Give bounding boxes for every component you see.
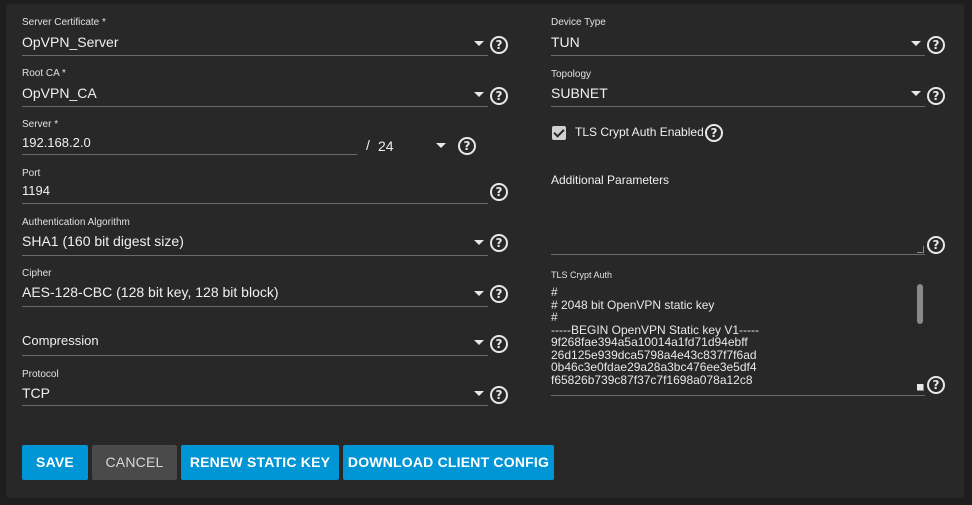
help-circle-icon[interactable]: ? bbox=[490, 386, 508, 404]
help-circle-icon[interactable]: ? bbox=[490, 234, 508, 252]
underline bbox=[22, 405, 488, 406]
caret-down-icon bbox=[474, 41, 484, 46]
device-type-label: Device Type bbox=[551, 17, 606, 28]
topology-select[interactable]: Topology SUBNET bbox=[551, 69, 925, 109]
underline bbox=[551, 55, 925, 56]
tls-crypt-auth-line: # bbox=[551, 310, 558, 324]
underline bbox=[551, 395, 925, 396]
help-circle-icon[interactable]: ? bbox=[927, 236, 945, 254]
additional-parameters-textarea[interactable]: Additional Parameters bbox=[551, 172, 925, 256]
underline bbox=[22, 306, 488, 307]
caret-down-icon bbox=[474, 92, 484, 97]
netmask-separator: / bbox=[366, 137, 370, 153]
device-type-value: TUN bbox=[551, 34, 580, 50]
underline bbox=[22, 255, 488, 256]
netmask-select[interactable]: 24 bbox=[378, 136, 448, 158]
help-circle-icon[interactable]: ? bbox=[490, 183, 508, 201]
caret-down-icon bbox=[911, 41, 921, 46]
underline bbox=[22, 106, 488, 107]
help-circle-icon[interactable]: ? bbox=[458, 137, 476, 155]
tls-crypt-auth-value[interactable]: # # 2048 bit OpenVPN static key # -----BEGI… bbox=[551, 286, 906, 394]
help-circle-icon[interactable]: ? bbox=[927, 36, 945, 54]
help-circle-icon[interactable]: ? bbox=[490, 285, 508, 303]
download-client-config-button[interactable]: DOWNLOAD CLIENT CONFIG bbox=[343, 445, 554, 480]
cancel-button[interactable]: CANCEL bbox=[92, 445, 177, 480]
tls-crypt-auth-line: # bbox=[551, 286, 558, 299]
caret-down-icon bbox=[474, 240, 484, 245]
tls-crypt-auth-line: f65826b739c87f37c7f1698a078a12c8 bbox=[551, 372, 753, 387]
netmask-value: 24 bbox=[378, 138, 394, 154]
server-label: Server * bbox=[22, 119, 59, 130]
tls-crypt-auth-textarea[interactable]: TLS Crypt Auth # # 2048 bit OpenVPN stati… bbox=[551, 270, 925, 398]
port-input[interactable]: Port 1194 bbox=[22, 168, 490, 208]
tls-crypt-auth-line: 9f268fae394a5a10014a1fd71d94ebff bbox=[551, 335, 748, 349]
help-circle-icon[interactable]: ? bbox=[490, 87, 508, 105]
underline bbox=[551, 106, 925, 107]
server-certificate-value: OpVPN_Server bbox=[22, 34, 119, 50]
tls-crypt-auth-line: # 2048 bit OpenVPN static key bbox=[551, 297, 715, 312]
help-circle-icon[interactable]: ? bbox=[705, 124, 723, 142]
underline bbox=[22, 55, 488, 56]
tls-crypt-auth-enabled-checkbox[interactable]: TLS Crypt Auth Enabled bbox=[551, 125, 711, 141]
underline bbox=[22, 203, 488, 204]
root-ca-label: Root CA * bbox=[22, 68, 66, 79]
cipher-select[interactable]: Cipher AES-128-CBC (128 bit key, 128 bit… bbox=[22, 268, 490, 308]
caret-down-icon bbox=[436, 143, 446, 148]
cipher-value: AES-128-CBC (128 bit key, 128 bit block) bbox=[22, 284, 279, 300]
device-type-select[interactable]: Device Type TUN bbox=[551, 17, 925, 57]
root-ca-value: OpVPN_CA bbox=[22, 85, 97, 101]
root-ca-select[interactable]: Root CA * OpVPN_CA bbox=[22, 68, 490, 108]
server-certificate-label: Server Certificate * bbox=[22, 17, 106, 28]
protocol-select[interactable]: Protocol TCP bbox=[22, 369, 490, 409]
protocol-label: Protocol bbox=[22, 369, 59, 380]
underline bbox=[22, 154, 357, 155]
tls-crypt-auth-label: TLS Crypt Auth bbox=[551, 270, 613, 280]
checkbox-checked-icon[interactable] bbox=[552, 126, 566, 140]
underline bbox=[22, 355, 488, 356]
topology-label: Topology bbox=[551, 69, 592, 80]
renew-static-key-button[interactable]: RENEW STATIC KEY bbox=[181, 445, 339, 480]
cipher-label: Cipher bbox=[22, 268, 52, 279]
server-certificate-select[interactable]: Server Certificate * OpVPN_Server bbox=[22, 17, 490, 57]
auth-algorithm-label: Authentication Algorithm bbox=[22, 217, 130, 228]
protocol-value: TCP bbox=[22, 385, 50, 401]
auth-algorithm-value: SHA1 (160 bit digest size) bbox=[22, 233, 184, 249]
port-value: 1194 bbox=[22, 183, 50, 198]
tls-crypt-auth-enabled-label: TLS Crypt Auth Enabled bbox=[575, 125, 704, 139]
additional-parameters-placeholder: Additional Parameters bbox=[551, 173, 670, 187]
help-circle-icon[interactable]: ? bbox=[490, 335, 508, 353]
resize-handle-icon[interactable] bbox=[917, 384, 924, 391]
auth-algorithm-select[interactable]: Authentication Algorithm SHA1 (160 bit d… bbox=[22, 217, 490, 257]
caret-down-icon bbox=[911, 91, 921, 96]
caret-down-icon bbox=[474, 391, 484, 396]
port-label: Port bbox=[22, 168, 41, 179]
compression-select[interactable]: Compression bbox=[22, 330, 490, 356]
topology-value: SUBNET bbox=[551, 85, 608, 101]
save-button[interactable]: SAVE bbox=[22, 445, 88, 480]
scrollbar[interactable] bbox=[917, 284, 923, 324]
help-circle-icon[interactable]: ? bbox=[927, 376, 945, 394]
tls-crypt-auth-line: 0b46c3e0fdae29a28a3bc476ee3e5df4 bbox=[551, 360, 757, 374]
caret-down-icon bbox=[474, 340, 484, 345]
resize-handle-icon[interactable] bbox=[917, 246, 924, 253]
underline bbox=[551, 254, 925, 255]
caret-down-icon bbox=[474, 291, 484, 296]
compression-placeholder: Compression bbox=[22, 333, 99, 348]
help-circle-icon[interactable]: ? bbox=[490, 36, 508, 54]
server-value: 192.168.2.0 bbox=[22, 135, 91, 150]
server-input[interactable]: Server * 192.168.2.0 bbox=[22, 119, 362, 159]
help-circle-icon[interactable]: ? bbox=[927, 87, 945, 105]
